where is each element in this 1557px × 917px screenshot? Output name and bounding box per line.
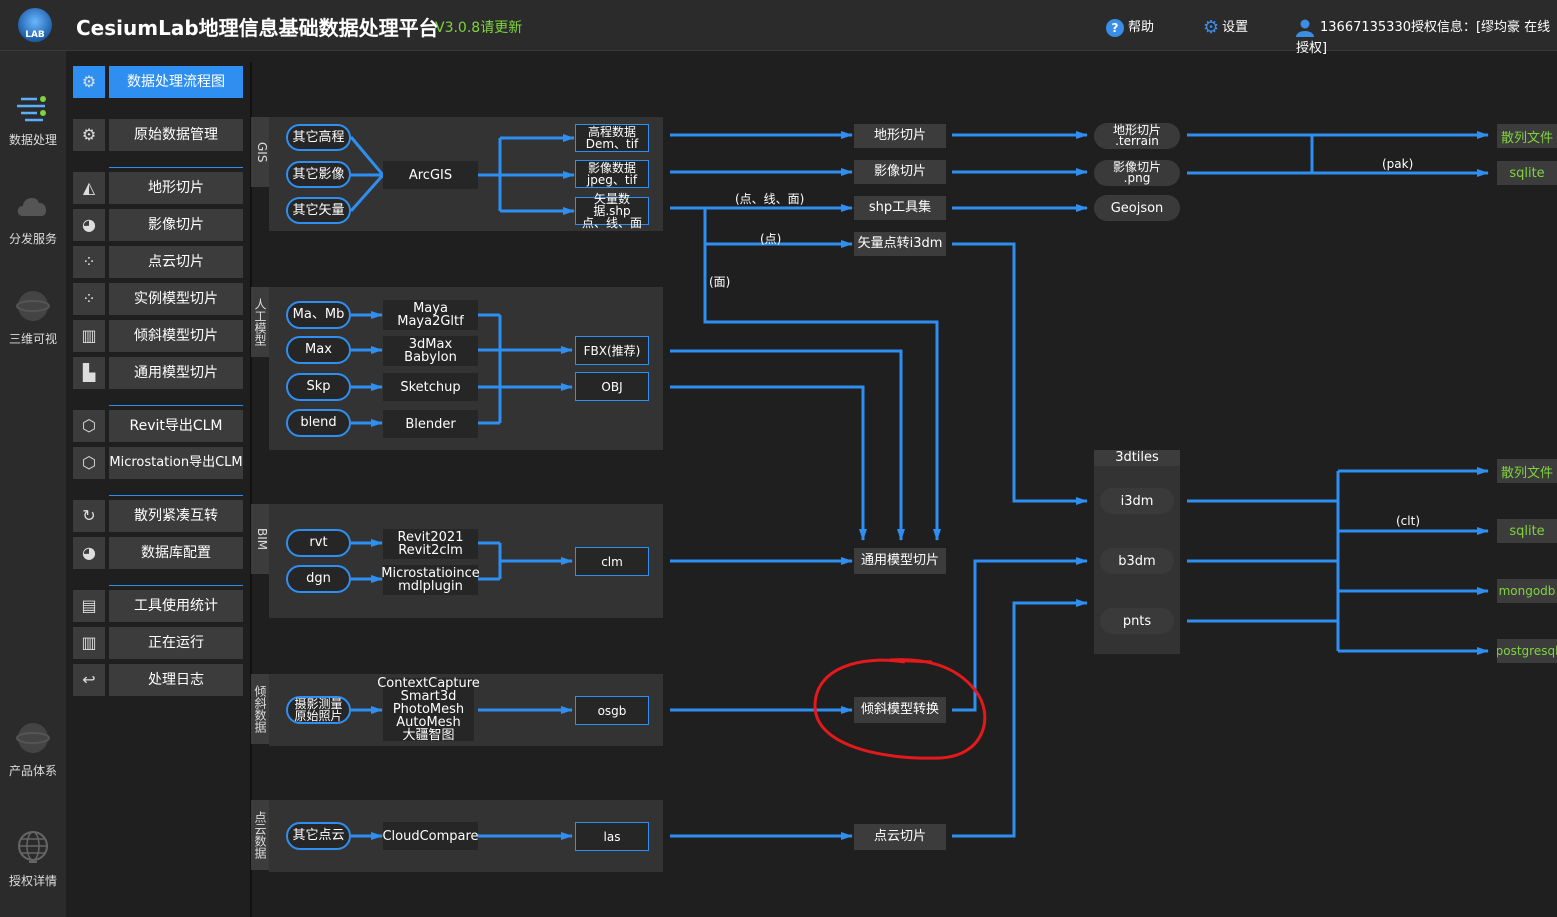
tool-sketchup[interactable]: Sketchup: [383, 373, 478, 401]
tool-blender[interactable]: Blender: [383, 410, 478, 438]
output-imagery-data[interactable]: 影像数据 jpeg、tif: [575, 160, 649, 188]
tool-arcgis[interactable]: ArcGIS: [383, 161, 478, 189]
output-obj[interactable]: OBJ: [575, 372, 649, 401]
process-oblique-convert[interactable]: 倾斜模型转换: [854, 697, 946, 723]
output-fbx[interactable]: FBX(推荐): [575, 336, 649, 365]
edge-label-pak: (pak): [1382, 157, 1414, 171]
input-skp-files[interactable]: Skp: [286, 373, 351, 401]
process-pointcloud-tiling[interactable]: 点云切片: [854, 824, 946, 850]
tool-microstation[interactable]: Microstatioince mdlplugin: [381, 565, 480, 595]
output-vector-data[interactable]: 矢量数据.shp 点、线、面: [575, 193, 649, 229]
input-dgn[interactable]: dgn: [286, 565, 351, 593]
input-rvt[interactable]: rvt: [286, 529, 351, 557]
input-photogrammetry[interactable]: 摄影测量 原始照片: [286, 696, 351, 724]
storage-hash-files[interactable]: 散列文件: [1497, 124, 1557, 148]
result-b3dm[interactable]: b3dm: [1100, 548, 1174, 574]
storage-sqlite[interactable]: sqlite: [1497, 161, 1557, 185]
process-shp-tools[interactable]: shp工具集: [854, 196, 946, 220]
result-i3dm[interactable]: i3dm: [1100, 488, 1174, 514]
tool-3dmax[interactable]: 3dMax Babylon: [383, 336, 478, 366]
output-osgb[interactable]: osgb: [575, 696, 649, 725]
input-blend-files[interactable]: blend: [286, 409, 351, 437]
storage-mongodb[interactable]: mongodb: [1497, 579, 1557, 603]
input-other-pointcloud[interactable]: 其它点云: [286, 822, 351, 850]
storage-postgresql[interactable]: postgresql: [1497, 639, 1557, 663]
input-max-files[interactable]: Max: [286, 336, 351, 364]
input-other-vector[interactable]: 其它矢量: [286, 197, 351, 224]
result-pnts[interactable]: pnts: [1100, 608, 1174, 634]
process-terrain-tiling[interactable]: 地形切片: [854, 124, 946, 148]
input-other-imagery[interactable]: 其它影像: [286, 161, 351, 188]
input-other-elevation[interactable]: 其它高程: [286, 124, 351, 151]
process-general-model[interactable]: 通用模型切片: [854, 548, 946, 574]
edge-label-face: (面): [709, 275, 731, 289]
input-maya-files[interactable]: Ma、Mb: [286, 301, 351, 329]
output-las[interactable]: las: [575, 822, 649, 851]
tool-oblique-software[interactable]: ContextCapture Smart3d PhotoMesh AutoMes…: [377, 677, 480, 742]
tool-maya[interactable]: Maya Maya2Gltf: [383, 300, 478, 330]
edge-label-point-line-face: (点、线、面): [735, 192, 805, 206]
edge-label-clt: (clt): [1396, 514, 1420, 528]
output-clm[interactable]: clm: [575, 547, 649, 576]
tool-revit[interactable]: Revit2021 Revit2clm: [383, 529, 478, 559]
tool-cloudcompare[interactable]: CloudCompare: [382, 822, 479, 850]
result-imagery[interactable]: 影像切片 .png: [1094, 160, 1180, 186]
flow-connectors: [349, 131, 1489, 840]
result-geojson[interactable]: Geojson: [1094, 195, 1180, 221]
process-vector-to-i3dm[interactable]: 矢量点转i3dm: [854, 232, 946, 256]
storage-sqlite[interactable]: sqlite: [1497, 519, 1557, 543]
storage-hash-files[interactable]: 散列文件: [1497, 459, 1557, 483]
edge-label-point: (点): [760, 232, 782, 246]
output-elevation-data[interactable]: 高程数据 Dem、tif: [575, 124, 649, 152]
result-terrain[interactable]: 地形切片 .terrain: [1094, 123, 1180, 149]
process-imagery-tiling[interactable]: 影像切片: [854, 160, 946, 184]
